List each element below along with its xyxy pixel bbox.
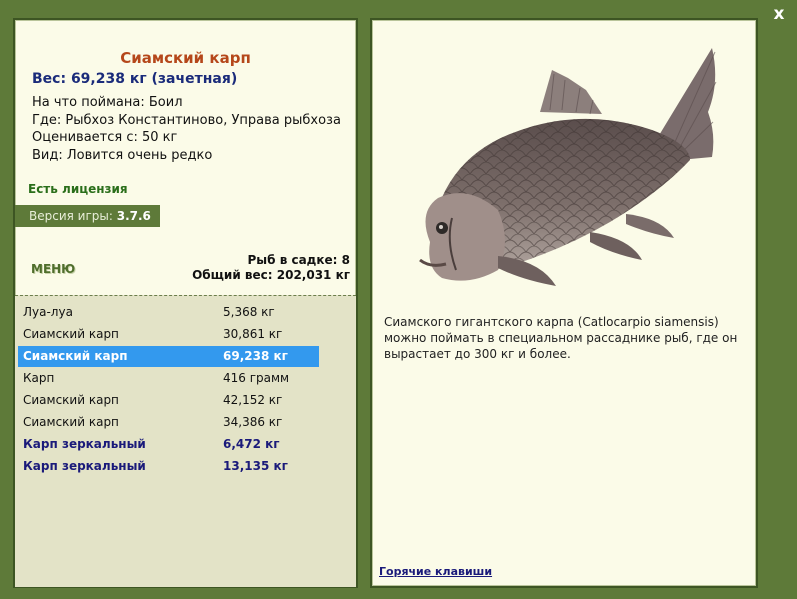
catch-fish-weight: 69,238 кг: [223, 349, 288, 363]
catch-fish-name: Сиамский карп: [23, 415, 119, 429]
license-status: Есть лицензия: [28, 182, 128, 196]
fish-description-panel: Сиамского гигантского карпа (Catlocarpio…: [370, 18, 758, 588]
fish-details: На что поймана: Боил Где: Рыбхоз Констан…: [32, 94, 341, 164]
fish-title: Сиамский карп: [120, 49, 251, 67]
trophy-threshold-line: Оценивается с: 50 кг: [32, 130, 178, 146]
catch-fish-name: Карп: [23, 371, 55, 385]
bait-line: На что поймана: Боил: [32, 95, 183, 110]
catch-fish-name: Карп зеркальный: [23, 437, 146, 451]
catch-fish-weight: 5,368 кг: [223, 305, 275, 319]
catch-fish-weight: 6,472 кг: [223, 437, 280, 451]
catch-fish-name: Сиамский карп: [23, 349, 128, 363]
catch-list: Луа-луа 5,368 кг Сиамский карп 30,861 кг Сиа…: [15, 295, 356, 587]
catch-list-row[interactable]: Луа-луа 5,368 кг: [18, 302, 319, 323]
catch-list-row[interactable]: Карп 416 грамм: [18, 368, 319, 389]
hotkeys-link[interactable]: Горячие клавиши: [379, 565, 492, 578]
catch-list-row[interactable]: Карп зеркальный 6,472 кг: [18, 434, 319, 455]
catch-fish-name: Сиамский карп: [23, 393, 119, 407]
catch-fish-weight: 30,861 кг: [223, 327, 283, 341]
fish-description: Сиамского гигантского карпа (Catlocarpio…: [384, 315, 738, 361]
catch-fish-weight: 34,386 кг: [223, 415, 283, 429]
cage-count: Рыб в садке: 8: [247, 253, 351, 267]
catch-list-row[interactable]: Сиамский карп 69,238 кг: [18, 346, 319, 367]
catch-fish-weight: 42,152 кг: [223, 393, 283, 407]
catch-list-row[interactable]: Сиамский карп 34,386 кг: [18, 412, 319, 433]
catch-fish-name: Карп зеркальный: [23, 459, 146, 473]
cage-total-weight: Общий вес: 202,031 кг: [192, 267, 350, 282]
catch-list-row[interactable]: Сиамский карп 42,152 кг: [18, 390, 319, 411]
fish-weight: Вес: 69,238 кг (зачетная): [32, 71, 238, 87]
catch-fish-name: Луа-луа: [23, 305, 73, 319]
catch-list-row[interactable]: Сиамский карп 30,861 кг: [18, 324, 319, 345]
catch-list-row[interactable]: Карп зеркальный 13,135 кг: [18, 456, 319, 477]
cage-summary: Рыб в садке: 8 Общий вес: 202,031 кг: [192, 253, 350, 282]
catch-fish-weight: 416 грамм: [223, 371, 290, 385]
fish-image: [419, 48, 717, 286]
rarity-line: Вид: Ловится очень редко: [32, 147, 213, 163]
version-value: 3.7.6: [116, 209, 151, 223]
version-label: Версия игры:: [29, 209, 113, 223]
version-bar: Версия игры: 3.7.6: [15, 205, 160, 227]
catch-info-panel: Сиамский карп Вес: 69,238 кг (зачетная) …: [13, 18, 358, 588]
catch-fish-name: Сиамский карп: [23, 327, 119, 341]
close-button[interactable]: x: [771, 5, 787, 23]
location-line: Где: Рыбхоз Константиново, Управа рыбхоз…: [32, 112, 341, 128]
catch-fish-weight: 13,135 кг: [223, 459, 288, 473]
menu-button[interactable]: МЕНЮ: [31, 262, 75, 276]
